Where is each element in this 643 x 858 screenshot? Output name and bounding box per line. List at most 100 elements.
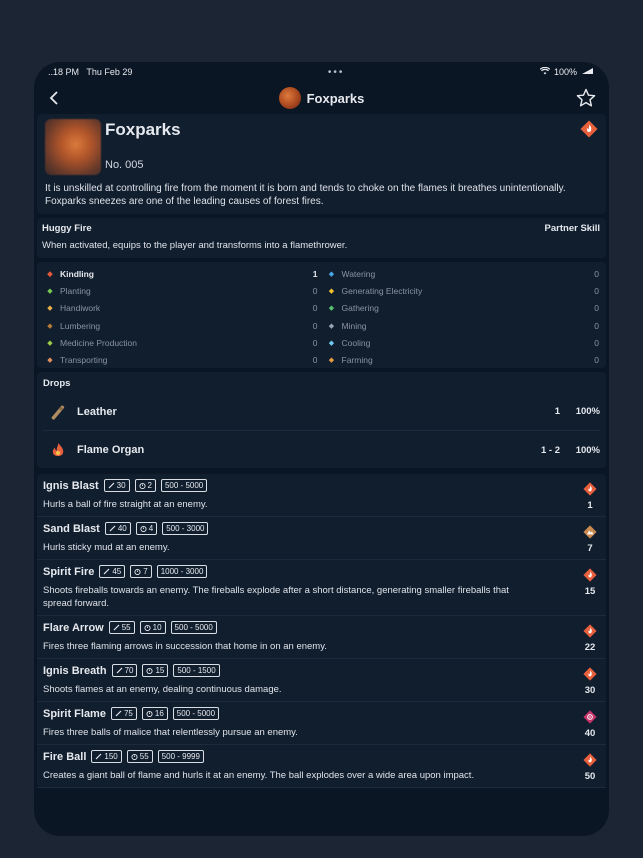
stopwatch-icon: [131, 753, 138, 760]
skill-range: 500 - 9999: [161, 752, 200, 761]
skill-level: 40: [584, 728, 596, 739]
work-name: Handiwork: [60, 303, 101, 314]
cooldown-chip: 4: [135, 522, 158, 535]
work-row: ◆ Medicine Production 0: [44, 334, 317, 351]
range-chip: 500 - 5000: [160, 479, 208, 492]
multitasking-dots[interactable]: •••: [328, 67, 345, 78]
work-name: Cooling: [341, 337, 371, 348]
work-level: 0: [312, 320, 318, 331]
sword-icon: [109, 525, 116, 532]
drop-rate: 100%: [575, 444, 600, 456]
sword-icon: [113, 624, 120, 631]
power-chip: 75: [110, 707, 137, 720]
cooldown-chip: 55: [126, 750, 153, 763]
power-chip: 70: [111, 664, 138, 677]
sword-icon: [108, 482, 115, 489]
skill-range: 1000 - 3000: [160, 567, 204, 576]
scroll-content[interactable]: Foxparks No. 005 It is unskilled at cont…: [34, 114, 609, 788]
stopwatch-icon: [134, 568, 141, 575]
skill-description: Hurls sticky mud at an enemy.: [43, 542, 170, 553]
drops-card: Drops Leather 1 100% Flame Organ 1 - 2 1…: [37, 372, 606, 468]
pal-description: It is unskilled at controlling fire from…: [45, 183, 566, 207]
skill-meta: 30: [582, 667, 598, 696]
skill-power: 75: [123, 709, 133, 718]
skill-row[interactable]: Flare Arrow 55 10 500 - 5000 Fires three…: [37, 616, 606, 659]
skill-power: 150: [104, 752, 118, 761]
skill-name: Ignis Blast: [43, 479, 99, 492]
skill-meta: 7: [582, 525, 598, 554]
leather-icon: [43, 403, 73, 421]
nav-title: Foxparks: [306, 90, 365, 106]
skill-description: Shoots fireballs towards an enemy. The f…: [43, 585, 509, 609]
work-name: Generating Electricity: [341, 285, 423, 296]
drop-rate: 100%: [575, 406, 600, 417]
drops-title: Drops: [43, 378, 71, 389]
stopwatch-icon: [146, 667, 154, 674]
work-level: 0: [312, 285, 318, 296]
work-name: Gathering: [341, 303, 379, 314]
skill-row[interactable]: Fire Ball 150 55 500 - 9999 Creates a gi…: [37, 745, 606, 788]
status-left: ..18 PM Thu Feb 29: [48, 67, 132, 77]
partner-skill-name: Huggy Fire: [42, 223, 92, 234]
drop-quantity: 1 - 2: [540, 444, 560, 456]
skill-name: Sand Blast: [43, 522, 100, 535]
drop-item[interactable]: Leather 1 100%: [43, 393, 600, 431]
favorite-button[interactable]: [573, 85, 599, 111]
work-name: Transporting: [60, 355, 108, 366]
active-skills-card: Ignis Blast 30 2 500 - 5000 Hurls a ball…: [37, 474, 606, 788]
work-row: ◆ Kindling 1: [44, 265, 318, 282]
power-chip: 40: [104, 522, 131, 535]
flame-icon: ◆: [47, 270, 53, 278]
bolt-icon: ◆: [328, 287, 335, 295]
skill-row[interactable]: Spirit Fire 45 7 1000 - 3000 Shoots fire…: [37, 560, 606, 616]
skill-level: 50: [584, 771, 596, 782]
work-suitability-card: ◆ Kindling 1 ◆ Planting 0 ◆ Handiwork 0 ◆ Lumberin…: [37, 262, 606, 368]
status-date: Thu Feb 29: [86, 67, 133, 77]
skill-name: Ignis Breath: [43, 664, 107, 677]
drop-quantity: 1: [554, 406, 560, 417]
app-window: ..18 PM Thu Feb 29 ••• 100% Foxparks Fox…: [34, 62, 609, 836]
stopwatch-icon: [146, 710, 153, 717]
work-name: Mining: [341, 320, 367, 331]
skill-range: 500 - 5000: [174, 623, 213, 632]
fire-element-icon: [583, 568, 597, 582]
work-level: 1: [312, 268, 318, 279]
leaf-icon: ◆: [328, 305, 335, 313]
skill-name: Spirit Fire: [43, 565, 95, 578]
skill-cooldown: 16: [154, 709, 164, 718]
ground-element-icon: [583, 525, 597, 539]
power-chip: 30: [103, 479, 130, 492]
fire-element-icon: [580, 120, 598, 143]
drop-item[interactable]: Flame Organ 1 - 2 100%: [43, 431, 600, 469]
skill-row[interactable]: Ignis Blast 30 2 500 - 5000 Hurls a ball…: [37, 474, 606, 517]
skill-row[interactable]: Spirit Flame 75 16 500 - 5000 Fires thre…: [37, 702, 606, 745]
skill-power: 55: [121, 623, 131, 632]
work-name: Lumbering: [60, 320, 101, 331]
stopwatch-icon: [138, 482, 146, 489]
skill-header: Ignis Breath 70 15 500 - 1500: [43, 664, 600, 677]
work-level: 0: [594, 355, 599, 366]
skill-meta: 50: [582, 753, 598, 782]
work-level: 0: [594, 320, 599, 331]
star-icon: [576, 88, 596, 107]
skill-range: 500 - 5000: [164, 481, 204, 490]
power-chip: 150: [91, 750, 122, 763]
skill-power: 70: [124, 666, 134, 675]
sprout-icon: ◆: [47, 287, 53, 295]
back-button[interactable]: [42, 86, 66, 110]
work-level: 0: [594, 285, 599, 296]
skill-level: 30: [584, 685, 596, 696]
skill-row[interactable]: Ignis Breath 70 15 500 - 1500 Shoots fla…: [37, 659, 606, 702]
work-name: Kindling: [60, 268, 94, 279]
skill-row[interactable]: Sand Blast 40 4 500 - 3000 Hurls sticky …: [37, 517, 606, 560]
skill-range: 500 - 1500: [177, 666, 216, 675]
cooldown-chip: 16: [141, 707, 168, 720]
skill-level: 1: [587, 500, 593, 511]
skill-cooldown: 7: [143, 567, 148, 576]
work-level: 0: [312, 303, 318, 314]
cooldown-chip: 2: [134, 479, 156, 492]
snowflake-icon: ◆: [328, 339, 335, 347]
skill-name: Spirit Flame: [43, 707, 106, 720]
sword-icon: [116, 667, 123, 674]
fire-element-icon: [583, 753, 597, 767]
